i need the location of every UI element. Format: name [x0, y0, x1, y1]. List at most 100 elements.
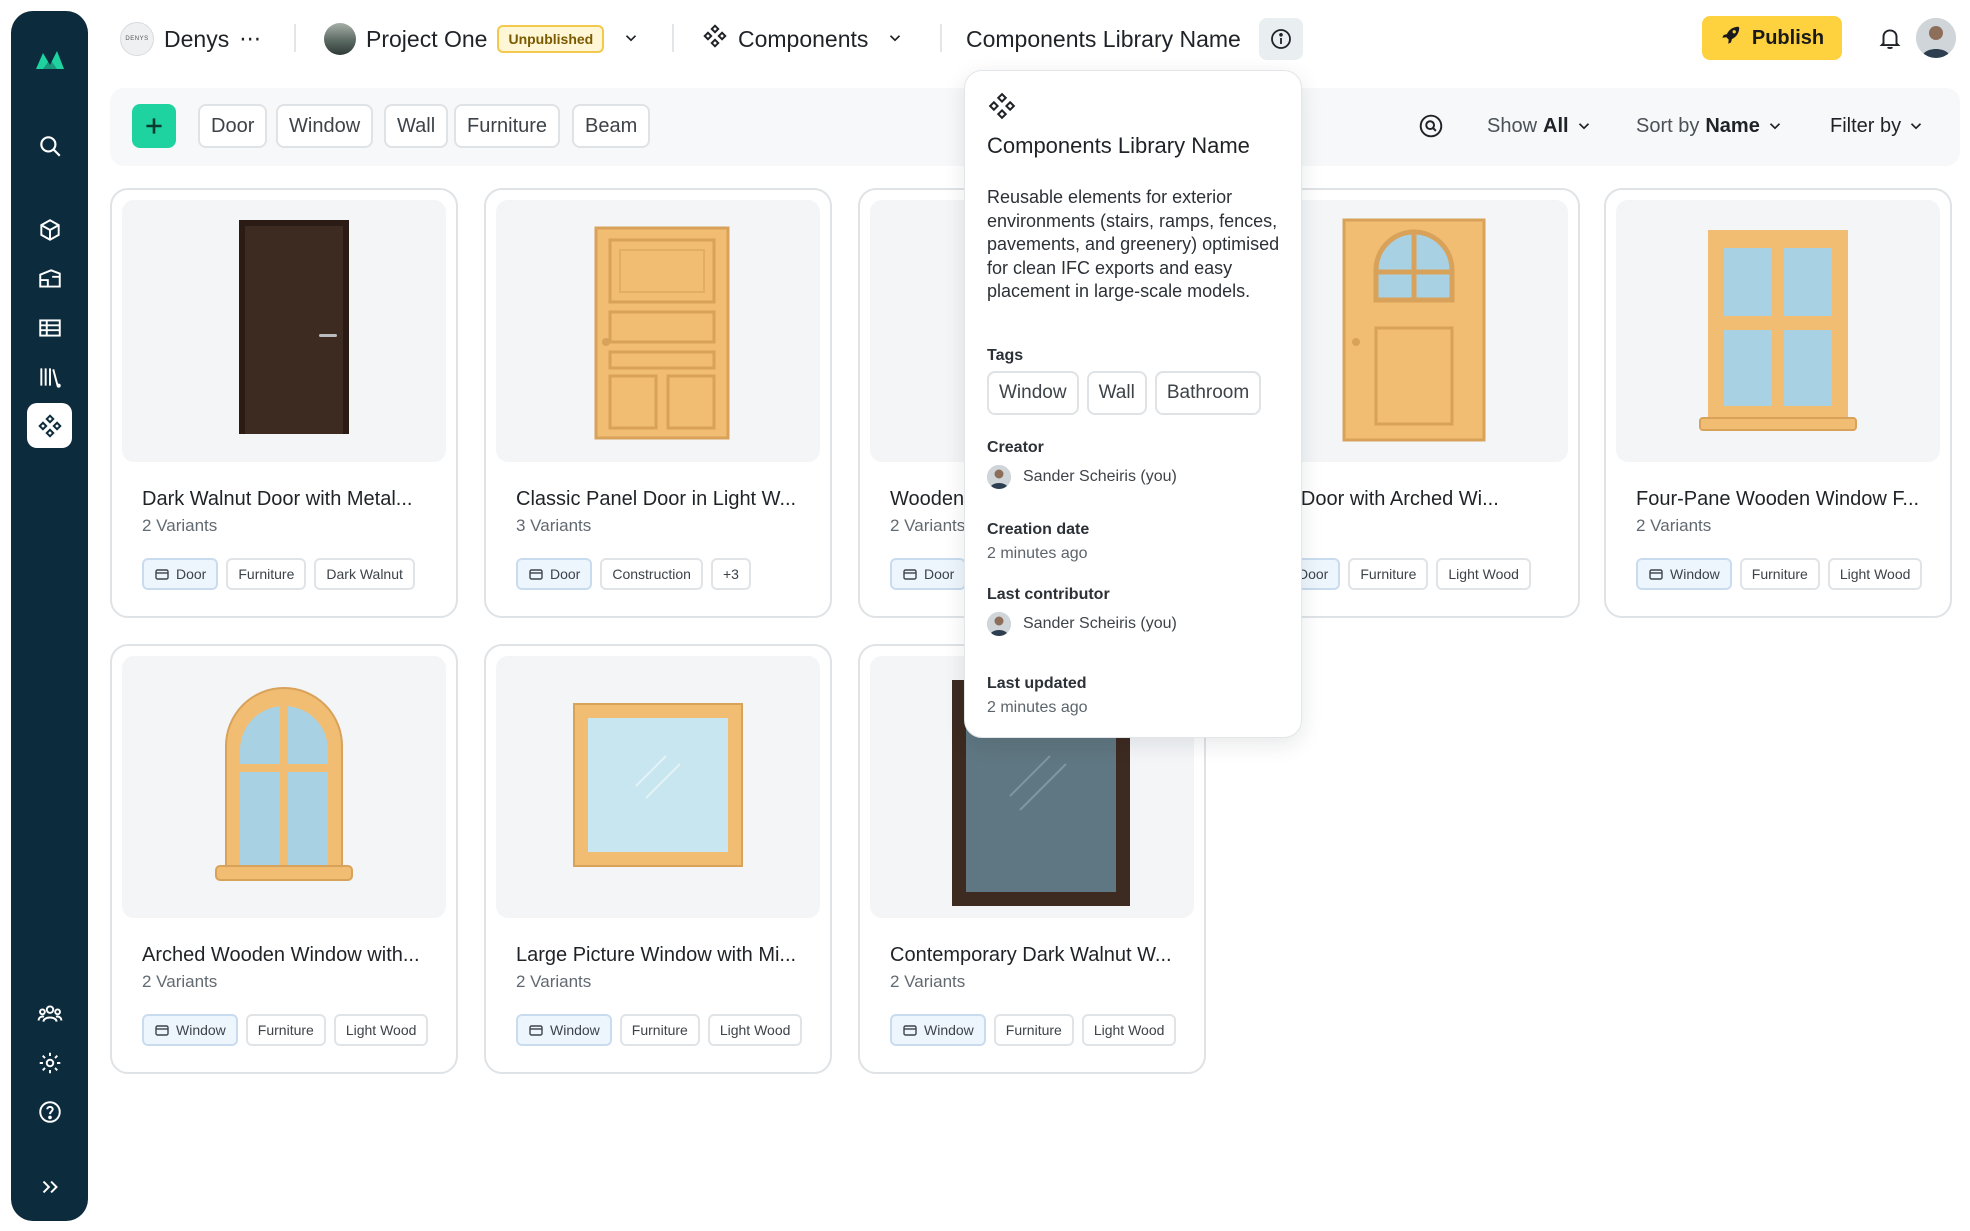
tag-window[interactable]: Window: [1636, 558, 1732, 590]
tag-furniture[interactable]: Furniture: [1739, 558, 1820, 590]
chevron-down-icon[interactable]: [622, 26, 640, 53]
component-card[interactable]: Dark Walnut Door with Metal... 2 Variant…: [110, 188, 458, 618]
section-switcher[interactable]: Components: [702, 18, 904, 60]
creation-date: 2 minutes ago: [987, 545, 1088, 562]
card-variants: 2 Variants: [890, 516, 966, 535]
filter-chip-beam[interactable]: Beam: [572, 104, 651, 148]
chevron-down-icon: [1911, 123, 1922, 130]
library-name: Components Library Name: [966, 25, 1241, 52]
add-component-button[interactable]: [132, 104, 176, 148]
card-title: Contemporary Dark Walnut W...: [890, 944, 1172, 966]
tag-bathroom[interactable]: Bathroom: [1154, 371, 1262, 415]
popover-tags: Window Wall Bathroom: [987, 371, 1262, 415]
picture-window-thumbnail: [496, 656, 820, 918]
tag-light-wood[interactable]: Light Wood: [1436, 558, 1531, 590]
search-filter-icon[interactable]: [1418, 104, 1444, 148]
show-dropdown[interactable]: Show All: [1487, 104, 1593, 148]
tag-furniture[interactable]: Furniture: [245, 1014, 326, 1046]
tag-light-wood[interactable]: Light Wood: [333, 1014, 429, 1046]
card-variants: 2 Variants: [142, 516, 218, 535]
category-icon: [155, 1025, 169, 1036]
workspace-name: Denys: [164, 25, 230, 52]
component-card[interactable]: Large Picture Window with Mi... 2 Varian…: [484, 644, 832, 1074]
filter-chip-window[interactable]: Window: [276, 104, 374, 148]
component-card[interactable]: Classic Panel Door in Light W... 3 Varia…: [484, 188, 832, 618]
card-variants: 2 Variants: [1636, 516, 1712, 535]
library-icon[interactable]: [27, 354, 72, 399]
filter-chip-door[interactable]: Door: [198, 104, 268, 148]
tag-door[interactable]: Door: [142, 558, 219, 590]
card-tags: Door Construction +3: [516, 558, 751, 590]
category-icon: [1649, 569, 1663, 580]
tag-furniture[interactable]: Furniture: [619, 1014, 700, 1046]
tag-light-wood[interactable]: Light Wood: [1081, 1014, 1177, 1046]
window-thumbnail: [1616, 200, 1940, 462]
search-icon[interactable]: [27, 123, 72, 168]
creator: Sander Scheiris (you): [987, 465, 1177, 489]
tag-window[interactable]: Window: [890, 1014, 986, 1046]
category-icon: [529, 569, 543, 580]
project-switcher[interactable]: Project One Unpublished: [324, 18, 640, 60]
team-icon[interactable]: [27, 991, 72, 1036]
sort-label: Sort by: [1636, 114, 1700, 137]
card-tags: Door Furniture Dark Walnut: [142, 558, 415, 590]
last-contributor-name: Sander Scheiris (you): [1023, 615, 1177, 632]
components-icon: [702, 23, 728, 55]
tag-dark-walnut[interactable]: Dark Walnut: [314, 558, 415, 590]
user-avatar[interactable]: [1916, 18, 1956, 58]
card-tags: Window Furniture Light Wood: [890, 1014, 1177, 1046]
expand-sidebar-icon[interactable]: [27, 1164, 72, 1209]
table-icon[interactable]: [27, 305, 72, 350]
tag-more[interactable]: +3: [710, 558, 751, 590]
publish-label: Publish: [1751, 26, 1825, 49]
chevron-down-icon: [1769, 123, 1780, 130]
popover-description: Reusable elements for exterior environme…: [987, 187, 1280, 301]
help-icon[interactable]: [27, 1089, 72, 1134]
notification-bell-icon[interactable]: [1874, 22, 1906, 54]
filter-dropdown[interactable]: Filter by: [1830, 104, 1925, 148]
project-name: Project One: [366, 25, 488, 52]
sort-dropdown[interactable]: Sort by Name: [1636, 104, 1784, 148]
popover-title: Components Library Name: [987, 133, 1250, 158]
app-logo-icon[interactable]: [33, 43, 67, 77]
card-title: Classic Panel Door in Light W...: [516, 488, 797, 510]
component-card[interactable]: Arched Wooden Window with... 2 Variants …: [110, 644, 458, 1074]
filter-chip-furniture[interactable]: Furniture: [454, 104, 561, 148]
avatar: [987, 612, 1011, 636]
settings-icon[interactable]: [27, 1040, 72, 1085]
rocket-icon: [1720, 24, 1742, 52]
tag-furniture[interactable]: Furniture: [226, 558, 307, 590]
tag-door[interactable]: Door: [516, 558, 593, 590]
show-label: Show: [1487, 114, 1538, 137]
floorplan-icon[interactable]: [27, 256, 72, 301]
tag-wall[interactable]: Wall: [1086, 371, 1147, 415]
workspace-switcher[interactable]: DENYS Denys ⋯: [120, 18, 262, 60]
show-value: All: [1543, 114, 1569, 137]
card-tags: Door: [890, 558, 967, 590]
tag-window[interactable]: Window: [516, 1014, 612, 1046]
info-icon[interactable]: [1258, 18, 1303, 60]
tags-label: Tags: [987, 347, 1024, 364]
more-options-icon[interactable]: ⋯: [239, 26, 262, 52]
publish-button[interactable]: Publish: [1702, 16, 1842, 60]
tag-light-wood[interactable]: Light Wood: [1827, 558, 1923, 590]
tag-window[interactable]: Window: [987, 371, 1079, 415]
card-title: Large Picture Window with Mi...: [516, 944, 797, 966]
cube-icon[interactable]: [27, 207, 72, 252]
divider: [672, 24, 674, 52]
library-title-group: Components Library Name: [966, 18, 1303, 60]
tag-light-wood[interactable]: Light Wood: [707, 1014, 803, 1046]
component-card[interactable]: Four-Pane Wooden Window F... 2 Variants …: [1604, 188, 1952, 618]
creator-label: Creator: [987, 439, 1044, 456]
tag-window[interactable]: Window: [142, 1014, 238, 1046]
filter-chip-wall[interactable]: Wall: [384, 104, 449, 148]
tag-construction[interactable]: Construction: [600, 558, 703, 590]
category-icon: [155, 569, 169, 580]
card-tags: Window Furniture Light Wood: [516, 1014, 803, 1046]
tag-furniture[interactable]: Furniture: [993, 1014, 1074, 1046]
components-icon[interactable]: [27, 403, 72, 448]
chevron-down-icon: [1578, 123, 1589, 130]
tag-door[interactable]: Door: [890, 558, 967, 590]
tag-furniture[interactable]: Furniture: [1348, 558, 1429, 590]
chevron-down-icon[interactable]: [886, 26, 904, 53]
